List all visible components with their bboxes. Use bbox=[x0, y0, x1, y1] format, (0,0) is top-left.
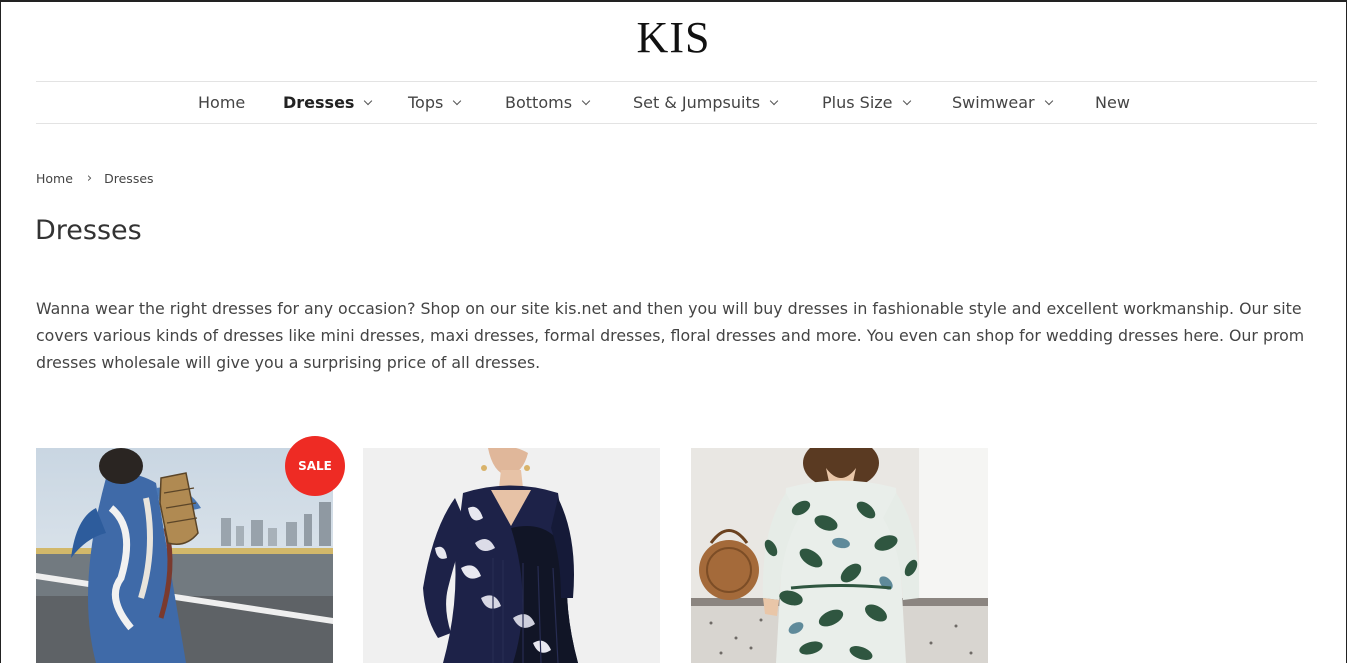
main-nav: Home Dresses Tops Bottoms Set & Jumpsuit… bbox=[36, 81, 1317, 124]
chevron-down-icon bbox=[581, 96, 591, 105]
nav-item-swimwear[interactable]: Swimwear bbox=[952, 82, 1053, 123]
chevron-down-icon bbox=[1044, 96, 1053, 105]
product-image[interactable] bbox=[363, 448, 660, 663]
nav-item-plus-size[interactable]: Plus Size bbox=[822, 82, 911, 123]
breadcrumb-current: Dresses bbox=[104, 171, 154, 186]
nav-item-label: Swimwear bbox=[952, 93, 1035, 112]
nav-item-home[interactable]: Home bbox=[198, 82, 245, 123]
category-description: Wanna wear the right dresses for any occ… bbox=[36, 299, 1305, 372]
product-image[interactable] bbox=[691, 448, 988, 663]
nav-item-bottoms[interactable]: Bottoms bbox=[505, 82, 591, 123]
chevron-down-icon bbox=[769, 96, 779, 105]
nav-item-new[interactable]: New bbox=[1095, 82, 1130, 123]
chevron-down-icon bbox=[364, 96, 373, 105]
nav-item-label: New bbox=[1095, 93, 1130, 112]
nav-item-label: Set & Jumpsuits bbox=[633, 93, 761, 112]
nav-item-label: Dresses bbox=[283, 93, 355, 112]
breadcrumb-separator: › bbox=[86, 171, 93, 186]
page-title: Dresses bbox=[35, 215, 142, 246]
nav-item-label: Home bbox=[198, 93, 246, 112]
breadcrumb: Home › Dresses bbox=[36, 171, 154, 186]
sale-badge: SALE bbox=[285, 436, 345, 496]
nav-item-set-jumpsuits[interactable]: Set & Jumpsuits bbox=[633, 82, 779, 123]
nav-item-tops[interactable]: Tops bbox=[408, 82, 462, 123]
breadcrumb-home-link[interactable]: Home bbox=[36, 171, 73, 186]
nav-item-label: Bottoms bbox=[505, 93, 573, 112]
nav-item-label: Plus Size bbox=[822, 93, 893, 112]
site-logo[interactable]: KIS bbox=[0, 12, 1347, 63]
nav-item-label: Tops bbox=[408, 93, 444, 112]
product-card[interactable] bbox=[691, 448, 988, 663]
nav-item-dresses[interactable]: Dresses bbox=[283, 82, 373, 123]
chevron-down-icon bbox=[453, 96, 462, 105]
product-card[interactable] bbox=[363, 448, 660, 663]
chevron-down-icon bbox=[902, 96, 911, 105]
